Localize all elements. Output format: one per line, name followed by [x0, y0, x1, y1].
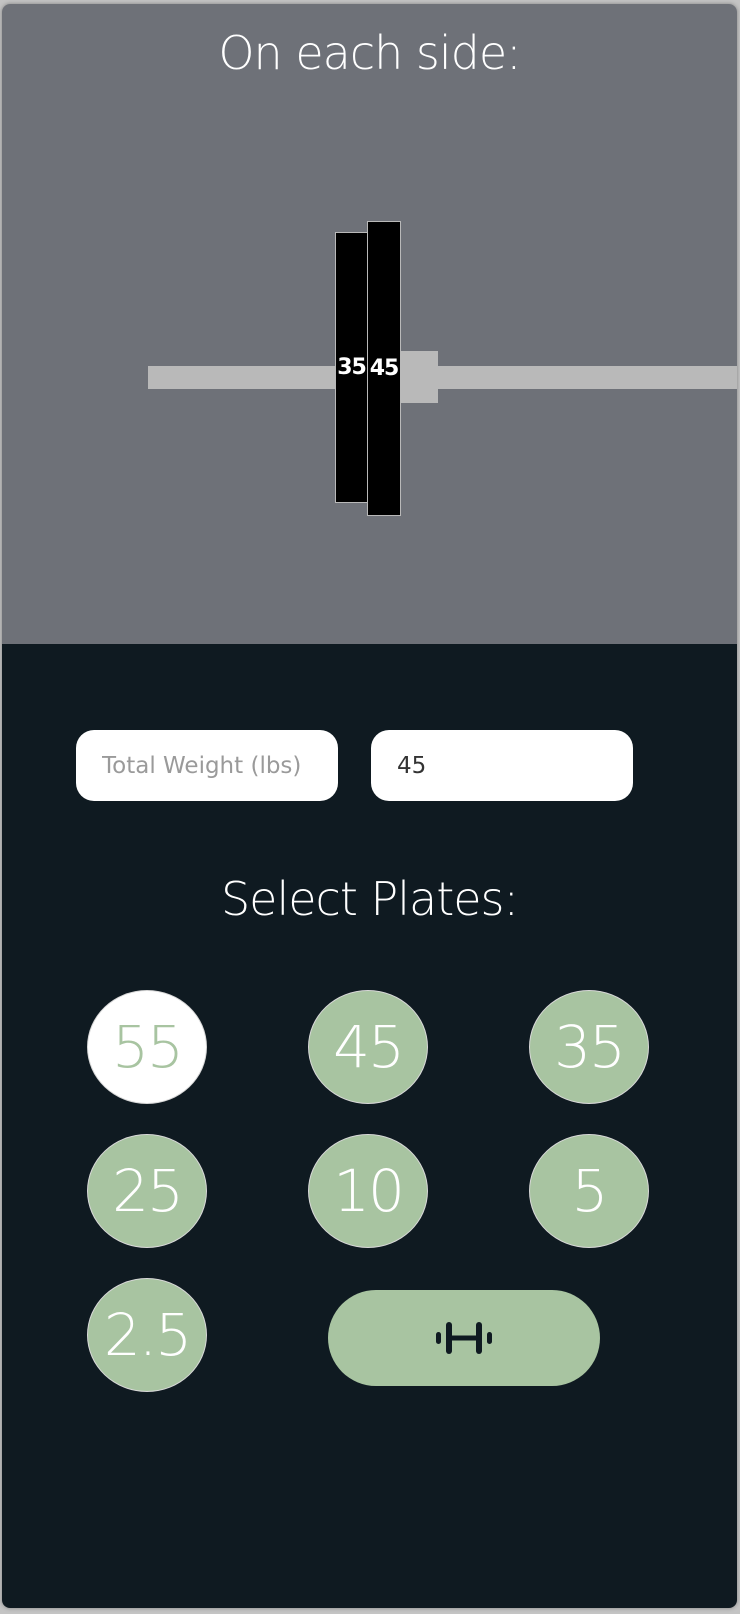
visualization-title: On each side:: [218, 26, 521, 80]
calculate-button[interactable]: [328, 1290, 600, 1386]
barbell-bar-left: [148, 366, 336, 389]
select-plates-title: Select Plates:: [220, 872, 519, 926]
app-window: On each side: 35 45 Select Plates: 55 45…: [2, 4, 737, 1608]
plate-option-25[interactable]: 25: [87, 1134, 207, 1248]
barbell-bar-right: [438, 366, 737, 389]
total-weight-label-field[interactable]: [76, 730, 338, 801]
plate-option-2-5[interactable]: 2.5: [87, 1278, 207, 1392]
weight-input[interactable]: [371, 730, 633, 801]
plate-option-label: 5: [571, 1157, 609, 1225]
plate-option-label: 55: [112, 1013, 184, 1081]
loaded-plate-label: 35: [337, 355, 367, 380]
plate-option-label: 45: [333, 1013, 405, 1081]
plate-option-5[interactable]: 5: [529, 1134, 649, 1248]
barbell-collar: [400, 351, 438, 403]
loaded-plate-label: 45: [369, 356, 400, 381]
plate-option-35[interactable]: 35: [529, 990, 649, 1104]
plate-option-label: 35: [554, 1013, 626, 1081]
plate-option-55[interactable]: 55: [87, 990, 207, 1104]
plate-option-label: 2.5: [103, 1301, 192, 1369]
plate-visualization: On each side: 35 45: [2, 4, 737, 644]
plate-option-label: 10: [333, 1157, 405, 1225]
plate-option-label: 25: [112, 1157, 184, 1225]
controls-panel: Select Plates: 55 45 35 25 10 5 2.5: [2, 644, 737, 1608]
loaded-plate: 45: [367, 221, 401, 516]
loaded-plate: 35: [335, 232, 368, 503]
plate-option-10[interactable]: 10: [308, 1134, 428, 1248]
barbell-icon: [436, 1322, 492, 1354]
plate-option-45[interactable]: 45: [308, 990, 428, 1104]
